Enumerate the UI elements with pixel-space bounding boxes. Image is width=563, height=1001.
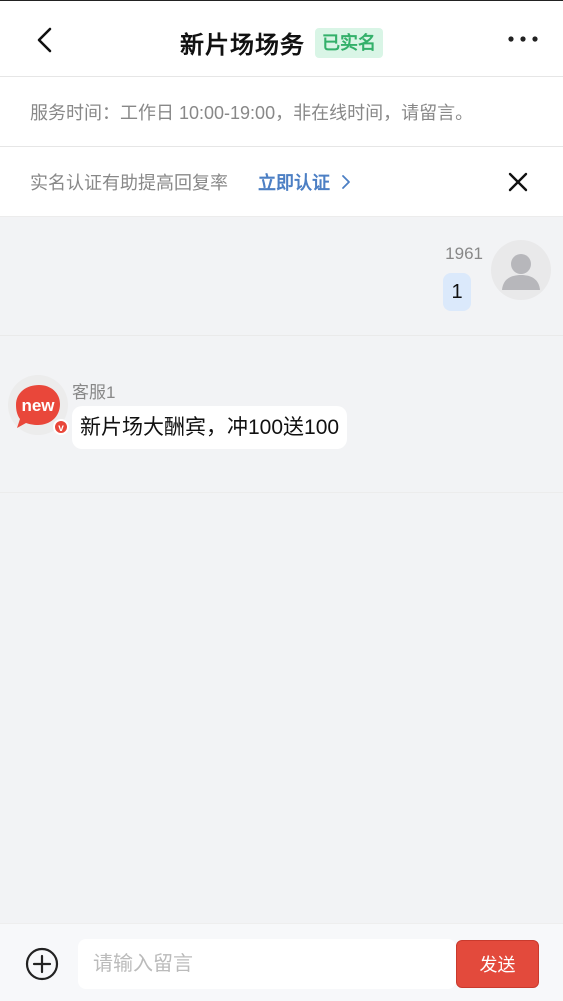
send-button[interactable]: 发送	[456, 940, 539, 988]
verify-now-link[interactable]: 立即认证	[258, 169, 352, 195]
chat-screen: 新片场场务 已实名 服务时间：工作日 10:00-19:00，非在线时间，请留言…	[0, 0, 563, 1001]
verify-tip-text: 实名认证有助提高回复率	[30, 172, 228, 193]
service-time-text: 服务时间：工作日 10:00-19:00，非在线时间，请留言。	[30, 102, 474, 123]
message-sender: 客服1	[72, 383, 116, 402]
message-bubble[interactable]: 1	[443, 273, 471, 311]
service-avatar[interactable]: new v	[8, 375, 69, 435]
message-bubble[interactable]: 新片场大酬宾，冲100送100	[72, 406, 348, 449]
new-logo-text: new	[21, 396, 55, 415]
service-time-notice: 服务时间：工作日 10:00-19:00，非在线时间，请留言。	[0, 77, 563, 147]
message-row-self: 1961 1	[0, 218, 563, 336]
verify-tip-bar: 实名认证有助提高回复率 立即认证	[0, 147, 563, 217]
header: 新片场场务 已实名	[0, 0, 563, 77]
verify-now-label: 立即认证	[258, 172, 330, 193]
title-group: 新片场场务 已实名	[0, 25, 563, 60]
plus-circle-icon	[25, 947, 59, 981]
close-icon	[508, 172, 528, 192]
more-horizontal-icon	[508, 36, 538, 42]
close-tip-button[interactable]	[507, 171, 529, 193]
message-input[interactable]	[78, 939, 456, 989]
chevron-right-icon	[342, 174, 350, 189]
message-sender: 1961	[445, 244, 483, 263]
more-button[interactable]	[507, 25, 541, 53]
message-composer: 发送	[0, 923, 563, 1001]
verified-mark: v	[58, 423, 64, 434]
attach-button[interactable]	[24, 946, 60, 982]
new-logo-icon: new v	[16, 385, 69, 435]
user-avatar[interactable]	[491, 240, 551, 300]
verified-badge: 已实名	[315, 27, 383, 58]
page-title: 新片场场务	[180, 32, 305, 59]
default-user-icon	[502, 254, 540, 290]
message-row-service: new v 客服1 新片场大酬宾，冲100送100	[0, 337, 563, 493]
